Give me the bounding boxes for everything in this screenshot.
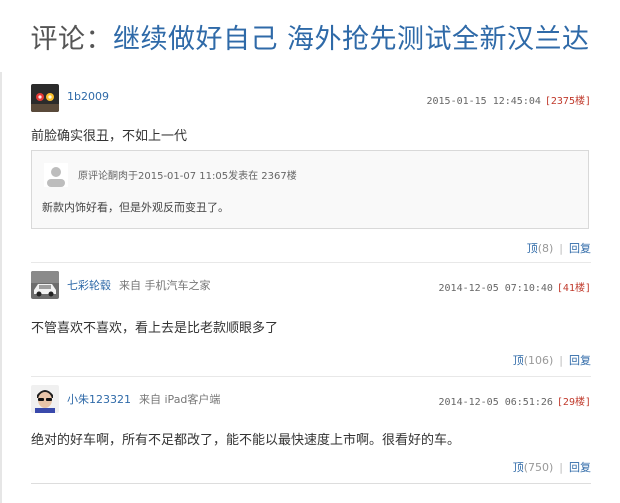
avatar[interactable] [31,271,59,299]
device-link[interactable]: iPad客户端 [165,393,221,406]
comment-item: 1b2009 2015-01-15 12:45:04 [2375楼] 前脸确实很丑… [31,84,591,263]
quote-text: 新款内饰好看，但是外观反而变丑了。 [42,201,229,214]
comment-actions: 顶(8) | 回复 [527,240,591,256]
username-link[interactable]: 1b2009 [67,90,109,103]
default-avatar-icon [44,163,68,187]
comment-timestamp: 2014-12-05 06:51:26 [438,397,553,408]
floor-number: [41楼] [556,283,591,294]
comment-meta: 2015-01-15 12:45:04 [2375楼] [426,92,591,107]
comment-user: 1b2009 [67,90,109,103]
comment-actions: 顶(106) | 回复 [513,352,591,368]
upvote-count: (106) [523,354,554,367]
car-avatar-icon [31,271,59,299]
article-title-link[interactable]: 继续做好自己 海外抢先测试全新汉兰达 [113,24,590,55]
upvote-label: 顶 [512,354,524,367]
upvote-link[interactable]: 顶(106) [513,354,554,367]
reply-link[interactable]: 回复 [569,242,591,255]
upvote-label: 顶 [512,461,524,474]
comment-user: 小朱123321 来自 iPad客户端 [67,391,220,407]
comment-header: 小朱123321 来自 iPad客户端 2014-12-05 06:51:26 [2… [31,385,591,413]
comment-text: 绝对的好车啊，所有不足都改了，能不能以最快速度上市啊。很看好的车。 [31,433,461,448]
device-link[interactable]: 手机汽车之家 [145,279,211,292]
upvote-link[interactable]: 顶(8) [527,242,554,255]
reply-link[interactable]: 回复 [569,461,591,474]
comment-text: 前脸确实很丑，不如上一代 [31,129,188,144]
page-title-prefix: 评论： [30,24,113,55]
username-link[interactable]: 小朱123321 [67,393,131,406]
comment-header: 1b2009 2015-01-15 12:45:04 [2375楼] [31,84,591,112]
avatar[interactable] [31,385,59,413]
person-avatar-icon [31,385,59,413]
comment-meta: 2014-12-05 06:51:26 [29楼] [439,393,591,408]
source-prefix: 来自 [119,279,141,292]
upvote-count: (8) [537,242,554,255]
quoted-comment: 原评论酮肉于2015-01-07 11:05发表在 2367楼 新款内饰好看，但… [31,150,589,229]
upvote-label: 顶 [526,242,538,255]
upvote-link[interactable]: 顶(750) [513,461,554,474]
avatar-image-icon [31,84,59,112]
comment-text: 不管喜欢不喜欢，看上去是比老款顺眼多了 [31,321,279,336]
action-separator: | [559,461,563,474]
page-title: 评论：继续做好自己 海外抢先测试全新汉兰达 [0,20,620,60]
action-separator: | [559,242,563,255]
comment-timestamp: 2015-01-15 12:45:04 [426,96,541,107]
reply-link[interactable]: 回复 [569,354,591,367]
comment-user: 七彩轮毂 来自 手机汽车之家 [67,277,211,293]
comment-header: 七彩轮毂 来自 手机汽车之家 2014-12-05 07:10:40 [41楼] [31,271,591,299]
comment-meta: 2014-12-05 07:10:40 [41楼] [439,279,591,294]
avatar[interactable] [31,84,59,112]
comment-timestamp: 2014-12-05 07:10:40 [438,283,553,294]
floor-number: [2375楼] [544,96,591,107]
action-separator: | [559,354,563,367]
quote-source-line: 原评论酮肉于2015-01-07 11:05发表在 2367楼 [78,171,297,182]
comment-actions: 顶(750) | 回复 [513,459,591,475]
comment-list: 1b2009 2015-01-15 12:45:04 [2375楼] 前脸确实很丑… [31,84,591,484]
source-prefix: 来自 [139,393,161,406]
floor-number: [29楼] [556,397,591,408]
comment-item: 小朱123321 来自 iPad客户端 2014-12-05 06:51:26 [2… [31,385,591,484]
comment-item: 七彩轮毂 来自 手机汽车之家 2014-12-05 07:10:40 [41楼] 不… [31,271,591,377]
username-link[interactable]: 七彩轮毂 [67,279,111,292]
upvote-count: (750) [523,461,554,474]
left-divider [0,72,2,503]
